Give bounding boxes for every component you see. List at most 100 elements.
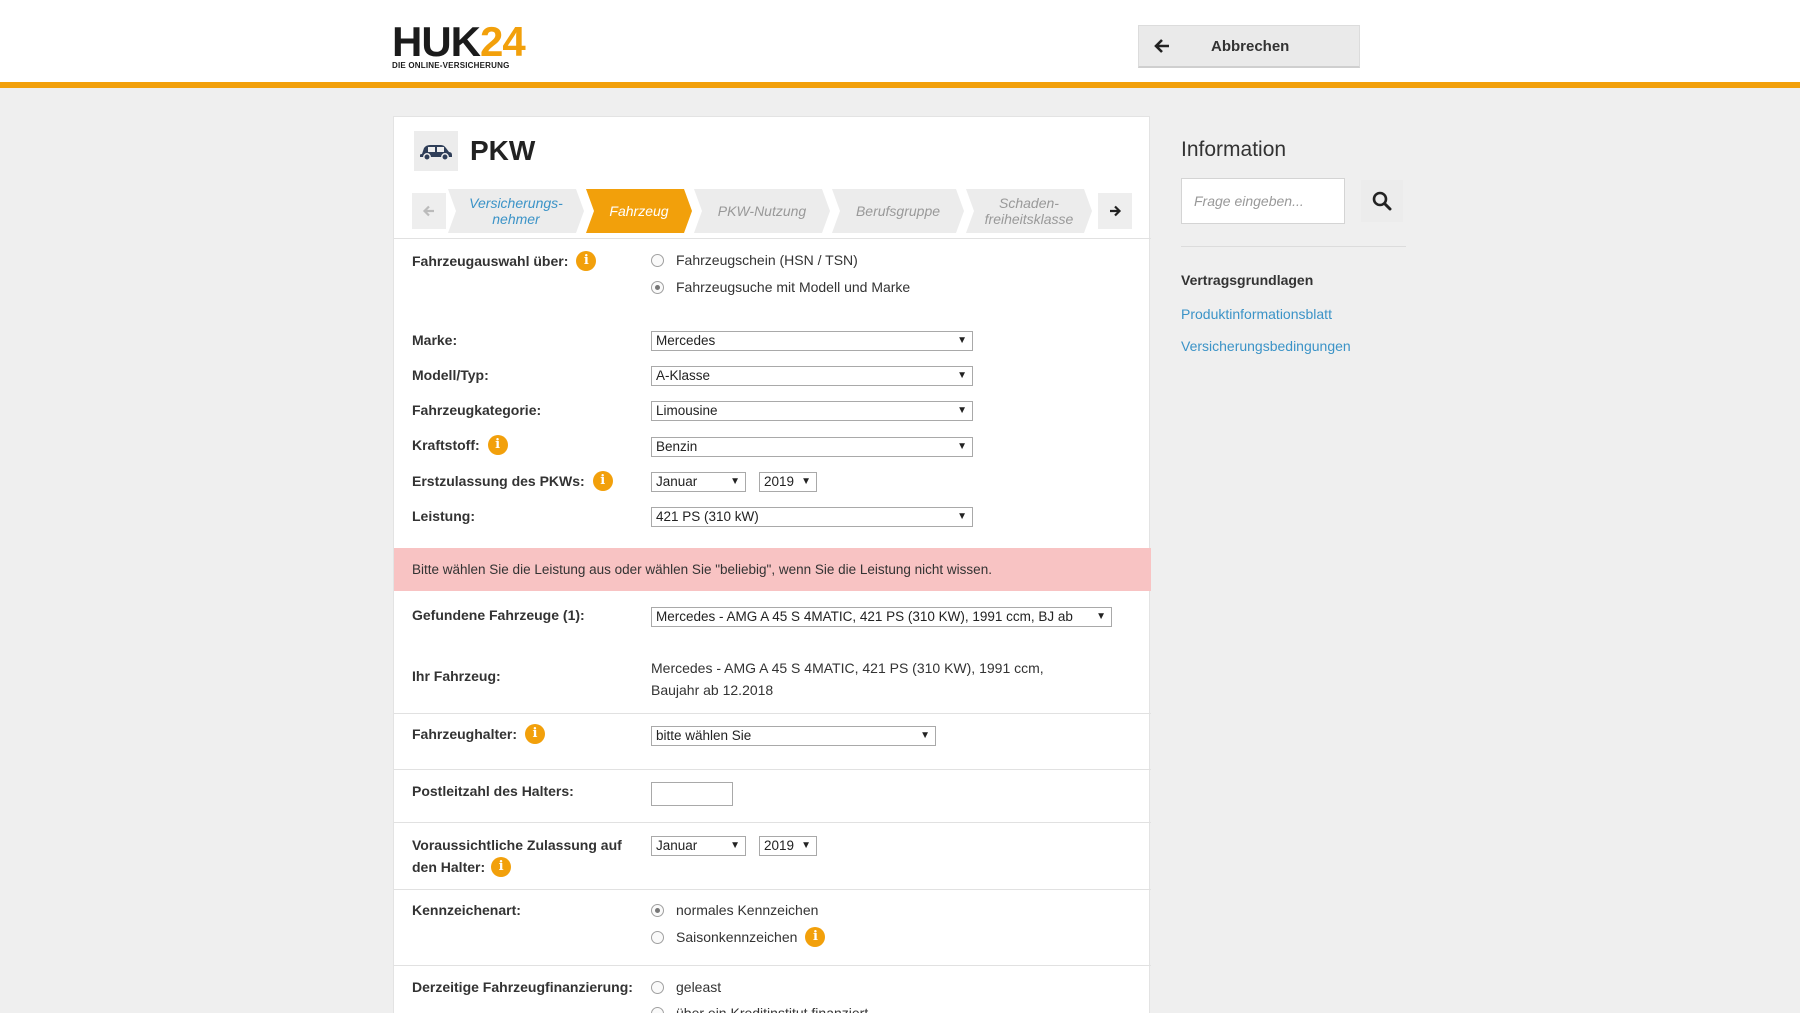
caret-down-icon: ▼ [1096, 611, 1106, 622]
radio-fahrzeugsuche[interactable]: Fahrzeugsuche mit Modell und Marke [651, 279, 910, 295]
step-next-button[interactable] [1098, 193, 1132, 229]
caret-down-icon: ▼ [801, 840, 811, 851]
expected-month-select[interactable]: Januar ▼ [651, 836, 746, 856]
info-icon[interactable]: i [576, 251, 597, 271]
info-icon[interactable]: i [491, 857, 512, 877]
select-value: Benzin [656, 439, 698, 454]
step-prev-button[interactable] [412, 193, 446, 229]
info-icon[interactable]: i [525, 724, 546, 744]
logo-wordmark: HUK24 [392, 18, 526, 65]
select-value: 2019 [764, 474, 795, 489]
step-pkw-nutzung: PKW-Nutzung [694, 189, 830, 233]
info-icon[interactable]: i [487, 435, 508, 455]
caret-down-icon: ▼ [957, 370, 967, 381]
caret-down-icon: ▼ [730, 476, 740, 487]
sidebar-divider [1181, 246, 1406, 247]
logo-tagline: DIE ONLINE-VERSICHERUNG [392, 61, 510, 70]
cancel-button[interactable]: Abbrechen [1138, 25, 1360, 68]
radio-credit-financed[interactable]: über ein Kreditinstitut finanziert [651, 1005, 868, 1013]
registration-year-select[interactable]: 2019 ▼ [759, 472, 817, 492]
select-value: Limousine [656, 403, 718, 418]
radio-fahrzeugschein[interactable]: Fahrzeugschein (HSN / TSN) [651, 252, 858, 268]
category-label: Fahrzeugkategorie: [412, 402, 542, 418]
divider [394, 238, 1151, 239]
card-header: PKW [414, 131, 535, 171]
radio-button[interactable] [651, 253, 664, 267]
step-label: Berufsgruppe [855, 203, 941, 219]
radio-button[interactable] [651, 930, 664, 944]
info-icon[interactable]: i [805, 927, 826, 947]
cancel-label: Abbrechen [1211, 37, 1290, 55]
radio-button[interactable] [651, 1006, 664, 1013]
radio-label: normales Kennzeichen [676, 902, 819, 918]
holder-select[interactable]: bitte wählen Sie ▼ [651, 726, 936, 746]
radio-normal-plate[interactable]: normales Kennzeichen [651, 902, 818, 918]
power-error-alert: Bitte wählen Sie die Leistung aus oder w… [394, 548, 1151, 591]
model-label: Modell/Typ: [412, 367, 489, 383]
radio-label: Fahrzeugschein (HSN / TSN) [676, 252, 858, 268]
search-button[interactable] [1361, 180, 1403, 222]
select-value: Mercedes - AMG A 45 S 4MATIC, 421 PS (31… [656, 609, 1073, 624]
step-navigation: Versicherungs- nehmer Fahrzeug PKW-Nutzu… [412, 189, 1132, 233]
brand-select[interactable]: Mercedes ▼ [651, 331, 973, 351]
sidebar-subtitle: Vertragsgrundlagen [1181, 272, 1314, 288]
radio-label: über ein Kreditinstitut finanziert [676, 1005, 869, 1013]
registration-month-select[interactable]: Januar ▼ [651, 472, 746, 492]
financing-label: Derzeitige Fahrzeugfinanzierung: [412, 979, 633, 995]
found-vehicles-label: Gefundene Fahrzeuge (1): [412, 607, 585, 623]
plate-type-label: Kennzeichenart: [412, 902, 521, 918]
expected-year-select[interactable]: 2019 ▼ [759, 836, 817, 856]
select-value: Januar [656, 474, 698, 489]
vehicle-form-card: PKW Versicherungs- nehmer Fahrzeug PKW-N… [393, 116, 1151, 1013]
radio-button[interactable] [651, 280, 664, 294]
arrow-left-icon [1154, 39, 1169, 53]
your-vehicle-label: Ihr Fahrzeug: [412, 668, 501, 684]
info-icon[interactable]: i [592, 471, 613, 491]
select-value: 421 PS (310 kW) [656, 509, 759, 524]
caret-down-icon: ▼ [730, 840, 740, 851]
step-label: Schaden- freiheitsklasse [984, 195, 1074, 227]
car-icon-box [414, 131, 458, 171]
expected-registration-label: Voraussichtliche Zulassung auf den Halte… [412, 837, 622, 877]
model-select[interactable]: A-Klasse ▼ [651, 366, 973, 386]
link-produktinformationsblatt[interactable]: Produktinformationsblatt [1181, 306, 1332, 322]
caret-down-icon: ▼ [957, 405, 967, 416]
registration-label: Erstzulassung des PKWs: i [412, 471, 613, 491]
divider [394, 822, 1151, 823]
found-vehicles-select[interactable]: Mercedes - AMG A 45 S 4MATIC, 421 PS (31… [651, 607, 1112, 627]
page-title: PKW [470, 135, 536, 166]
caret-down-icon: ▼ [920, 730, 930, 741]
fuel-label: Kraftstoff: i [412, 435, 508, 455]
divider [394, 713, 1151, 714]
info-sidebar: Information Frage eingeben... Vertragsgr… [1181, 138, 1406, 354]
radio-label: geleast [676, 979, 722, 995]
step-versicherungsnehmer[interactable]: Versicherungs- nehmer [448, 189, 584, 233]
caret-down-icon: ▼ [957, 441, 967, 452]
radio-leased[interactable]: geleast [651, 979, 721, 995]
select-value: bitte wählen Sie [656, 728, 752, 743]
huk24-logo[interactable]: HUK24 DIE ONLINE-VERSICHERUNG [392, 18, 562, 71]
fuel-select[interactable]: Benzin ▼ [651, 437, 973, 457]
radio-season-plate[interactable]: Saisonkennzeichen i [651, 927, 826, 947]
search-icon [1372, 191, 1392, 211]
power-select[interactable]: 421 PS (310 kW) ▼ [651, 507, 973, 527]
step-schadenfreiheitsklasse: Schaden- freiheitsklasse [966, 189, 1092, 233]
select-value: Januar [656, 838, 698, 853]
brand-label: Marke: [412, 332, 458, 348]
arrow-right-icon [1110, 205, 1122, 217]
step-label: Fahrzeug [609, 203, 669, 219]
power-label: Leistung: [412, 508, 475, 524]
category-select[interactable]: Limousine ▼ [651, 401, 973, 421]
radio-button[interactable] [651, 903, 664, 917]
divider [394, 965, 1151, 966]
link-versicherungsbedingungen[interactable]: Versicherungsbedingungen [1181, 338, 1351, 354]
radio-label: Fahrzeugsuche mit Modell und Marke [676, 279, 911, 295]
divider [394, 889, 1151, 890]
caret-down-icon: ▼ [957, 511, 967, 522]
postcode-input[interactable] [651, 782, 733, 806]
faq-search-input[interactable]: Frage eingeben... [1181, 178, 1345, 224]
step-fahrzeug[interactable]: Fahrzeug [586, 189, 692, 233]
radio-button[interactable] [651, 980, 664, 994]
step-label: Versicherungs- nehmer [469, 195, 563, 227]
caret-down-icon: ▼ [801, 476, 811, 487]
